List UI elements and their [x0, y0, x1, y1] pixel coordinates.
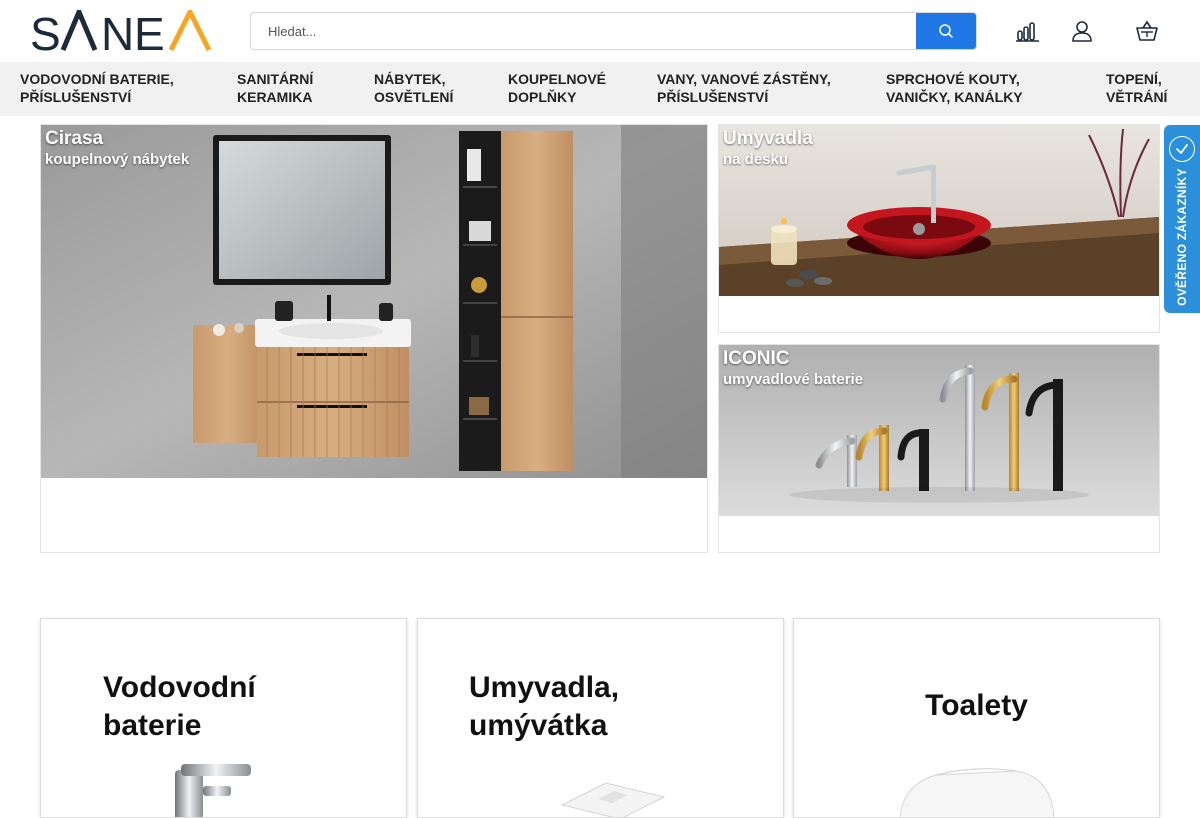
banner-iconic-title: ICONIC umyvadlové baterie	[723, 348, 863, 390]
logo-graphic: S N E	[30, 10, 212, 52]
category-title-line1: Umyvadla,	[469, 671, 620, 704]
category-title: Umyvadla, umývátka	[469, 669, 619, 745]
banner-title-sub: umyvadlové baterie	[723, 371, 864, 388]
sanea-logo[interactable]: S N E	[30, 10, 212, 52]
nav-item-sprchove-kouty[interactable]: Sprchové kouty, vaničky, kanálky	[886, 70, 1023, 106]
toilet-product-image	[899, 768, 1055, 817]
nav-item-line1: Sanitární	[237, 71, 314, 87]
site-header: S N E	[0, 0, 1200, 62]
banner-cirasa-image	[41, 125, 707, 478]
nav-item-line2: doplňky	[508, 89, 577, 105]
search-input[interactable]	[251, 13, 918, 49]
banner-title-main: ICONIC	[723, 348, 790, 369]
nav-item-line1: Nábytek,	[374, 71, 446, 87]
nav-item-line1: Sprchové kouty,	[886, 71, 1020, 87]
search-icon	[939, 24, 953, 38]
banner-title-sub: na desku	[723, 151, 789, 168]
nav-item-vodovodni-baterie[interactable]: Vodovodní baterie, příslušenství	[20, 70, 174, 106]
svg-text:N: N	[101, 10, 134, 52]
category-title-line2: umývátka	[469, 709, 608, 742]
svg-text:S: S	[30, 10, 60, 52]
category-title: Toalety	[794, 687, 1159, 725]
basket-icon[interactable]	[1133, 17, 1161, 45]
banner-iconic[interactable]: ICONIC umyvadlové baterie	[718, 344, 1160, 553]
nav-item-koupelnove-doplnky[interactable]: Koupelnové doplňky	[508, 70, 606, 106]
verified-customers-badge[interactable]: OVĚŘENO ZÁKAZNÍKY	[1164, 125, 1200, 313]
nav-item-topeni[interactable]: Topení, větrání	[1106, 70, 1167, 106]
nav-item-line2: větrání	[1106, 89, 1168, 105]
nav-item-nabytek[interactable]: Nábytek, osvětlení	[374, 70, 453, 106]
verified-seal-icon	[1169, 136, 1195, 162]
washbasin-product-image	[560, 782, 666, 817]
category-title-line1: Vodovodní	[103, 671, 256, 704]
nav-item-line2: příslušenství	[657, 89, 769, 105]
banner-title-main: Umyvadla	[723, 128, 813, 149]
compare-chart-icon[interactable]	[1014, 17, 1042, 45]
category-title-line2: baterie	[103, 709, 202, 742]
nav-item-line1: Vodovodní baterie,	[20, 71, 174, 87]
nav-item-line2: osvětlení	[374, 89, 454, 105]
nav-item-line2: vaničky, kanálky	[886, 89, 1023, 105]
nav-item-line2: příslušenství	[20, 89, 132, 105]
banner-cirasa-title: Cirasa koupelnový nábytek	[45, 128, 189, 170]
banner-cirasa[interactable]: Cirasa koupelnový nábytek	[40, 124, 708, 553]
user-icon[interactable]	[1068, 17, 1096, 45]
banner-umyvadla[interactable]: Umyvadla na desku	[718, 124, 1160, 333]
category-title-line1: Toalety	[925, 689, 1028, 722]
category-title: Vodovodní baterie	[103, 669, 256, 745]
category-card-vodovodni-baterie[interactable]: Vodovodní baterie	[40, 618, 407, 818]
nav-item-line1: Koupelnové	[508, 71, 607, 87]
banner-title-main: Cirasa	[45, 128, 104, 149]
banner-umyvadla-title: Umyvadla na desku	[723, 128, 813, 170]
nav-item-vany[interactable]: Vany, vanové zástěny, příslušenství	[657, 70, 831, 106]
faucet-product-image	[175, 764, 251, 817]
nav-item-sanitarni-keramika[interactable]: Sanitární keramika	[237, 70, 313, 106]
search-bar	[250, 12, 977, 50]
banner-title-sub: koupelnový nábytek	[45, 151, 190, 168]
verified-badge-label: OVĚŘENO ZÁKAZNÍKY	[1175, 168, 1189, 306]
category-card-umyvadla[interactable]: Umyvadla, umývátka	[417, 618, 784, 818]
search-button[interactable]	[916, 13, 976, 49]
nav-item-line1: Topení,	[1106, 71, 1162, 87]
svg-text:E: E	[134, 10, 165, 52]
nav-item-line1: Vany, vanové zástěny,	[657, 71, 831, 87]
main-navigation: Vodovodní baterie, příslušenství Sanitár…	[0, 62, 1200, 116]
category-card-toalety[interactable]: Toalety	[793, 618, 1160, 818]
nav-item-line2: keramika	[237, 89, 313, 105]
